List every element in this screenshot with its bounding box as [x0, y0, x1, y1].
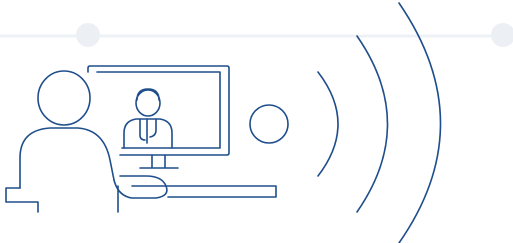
patient-head — [37, 70, 91, 126]
signal-source — [249, 104, 289, 144]
progress-dot-right — [491, 23, 513, 47]
desk — [117, 185, 277, 213]
telehealth-illustration — [0, 0, 513, 243]
progress-dot-left — [76, 23, 100, 47]
monitor-icon — [87, 65, 230, 169]
doctor-body — [123, 118, 173, 149]
line-art — [5, 2, 442, 243]
signal-wave-1 — [317, 71, 339, 177]
patient-body — [19, 127, 115, 189]
telehealth-video-call-icon — [0, 2, 513, 243]
doctor-head — [135, 89, 161, 117]
doctor-icon — [123, 88, 173, 149]
doctor-stethoscope — [139, 118, 157, 141]
signal-wave-2 — [356, 35, 389, 213]
desk-top — [131, 185, 277, 198]
patient-chair — [5, 187, 39, 213]
signal-wave-3 — [398, 2, 442, 243]
monitor-stand — [139, 154, 179, 169]
patient-arm — [113, 175, 168, 199]
wireless-signal-icon — [249, 2, 442, 243]
progress-track — [0, 23, 513, 47]
